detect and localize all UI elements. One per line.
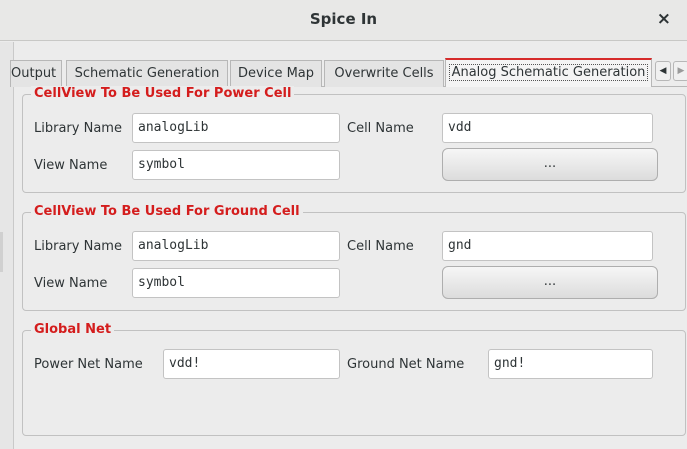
ground-library-label: Library Name: [34, 239, 122, 254]
power-library-label: Library Name: [34, 121, 122, 136]
tab-analog-schematic-generation[interactable]: Analog Schematic Generation: [445, 58, 652, 88]
ground-cell-legend: CellView To Be Used For Ground Cell: [31, 204, 303, 219]
title-bar: Spice In ×: [0, 0, 687, 41]
tab-scroll-right-icon[interactable]: ▶: [673, 61, 687, 81]
side-panel-mark: [0, 232, 3, 272]
tab-device-map[interactable]: Device Map: [230, 60, 322, 87]
ground-net-field[interactable]: gnd!: [488, 349, 653, 379]
tab-output[interactable]: Output: [10, 60, 62, 87]
global-net-group: Global Net Power Net Name vdd! Ground Ne…: [22, 322, 686, 436]
tab-content: CellView To Be Used For Power Cell Libra…: [15, 86, 687, 449]
tab-overwrite-cells[interactable]: Overwrite Cells: [324, 60, 444, 87]
tab-label: Analog Schematic Generation: [448, 64, 649, 81]
tab-bar: Output Schematic Generation Device Map O…: [10, 58, 687, 88]
ground-cell-group: CellView To Be Used For Ground Cell Libr…: [22, 204, 686, 311]
window-title: Spice In: [309, 10, 378, 28]
ground-net-label: Ground Net Name: [347, 357, 465, 372]
power-cell-label: Cell Name: [347, 121, 414, 136]
ground-library-field[interactable]: analogLib: [132, 231, 340, 261]
power-browse-button[interactable]: ...: [442, 148, 658, 181]
power-view-label: View Name: [34, 158, 108, 173]
global-net-legend: Global Net: [31, 322, 115, 337]
close-icon[interactable]: ×: [657, 9, 671, 29]
power-library-field[interactable]: analogLib: [132, 113, 340, 143]
power-cell-group: CellView To Be Used For Power Cell Libra…: [22, 86, 686, 193]
ground-browse-button[interactable]: ...: [442, 266, 658, 299]
tab-label: Output: [11, 66, 57, 81]
ground-view-label: View Name: [34, 276, 108, 291]
ground-cell-field[interactable]: gnd: [442, 231, 653, 261]
ground-view-field[interactable]: symbol: [132, 268, 340, 298]
left-side-panel: [0, 42, 14, 449]
tab-label: Overwrite Cells: [334, 66, 434, 81]
power-net-field[interactable]: vdd!: [163, 349, 340, 379]
ground-cell-label: Cell Name: [347, 239, 414, 254]
tab-schematic-generation[interactable]: Schematic Generation: [66, 60, 228, 87]
power-cell-field[interactable]: vdd: [442, 113, 653, 143]
tab-scroll-left-icon[interactable]: ◀: [655, 61, 671, 81]
power-view-field[interactable]: symbol: [132, 150, 340, 180]
tab-label: Device Map: [237, 66, 315, 81]
power-net-label: Power Net Name: [34, 357, 143, 372]
power-cell-legend: CellView To Be Used For Power Cell: [31, 86, 295, 101]
tab-label: Schematic Generation: [74, 66, 220, 81]
